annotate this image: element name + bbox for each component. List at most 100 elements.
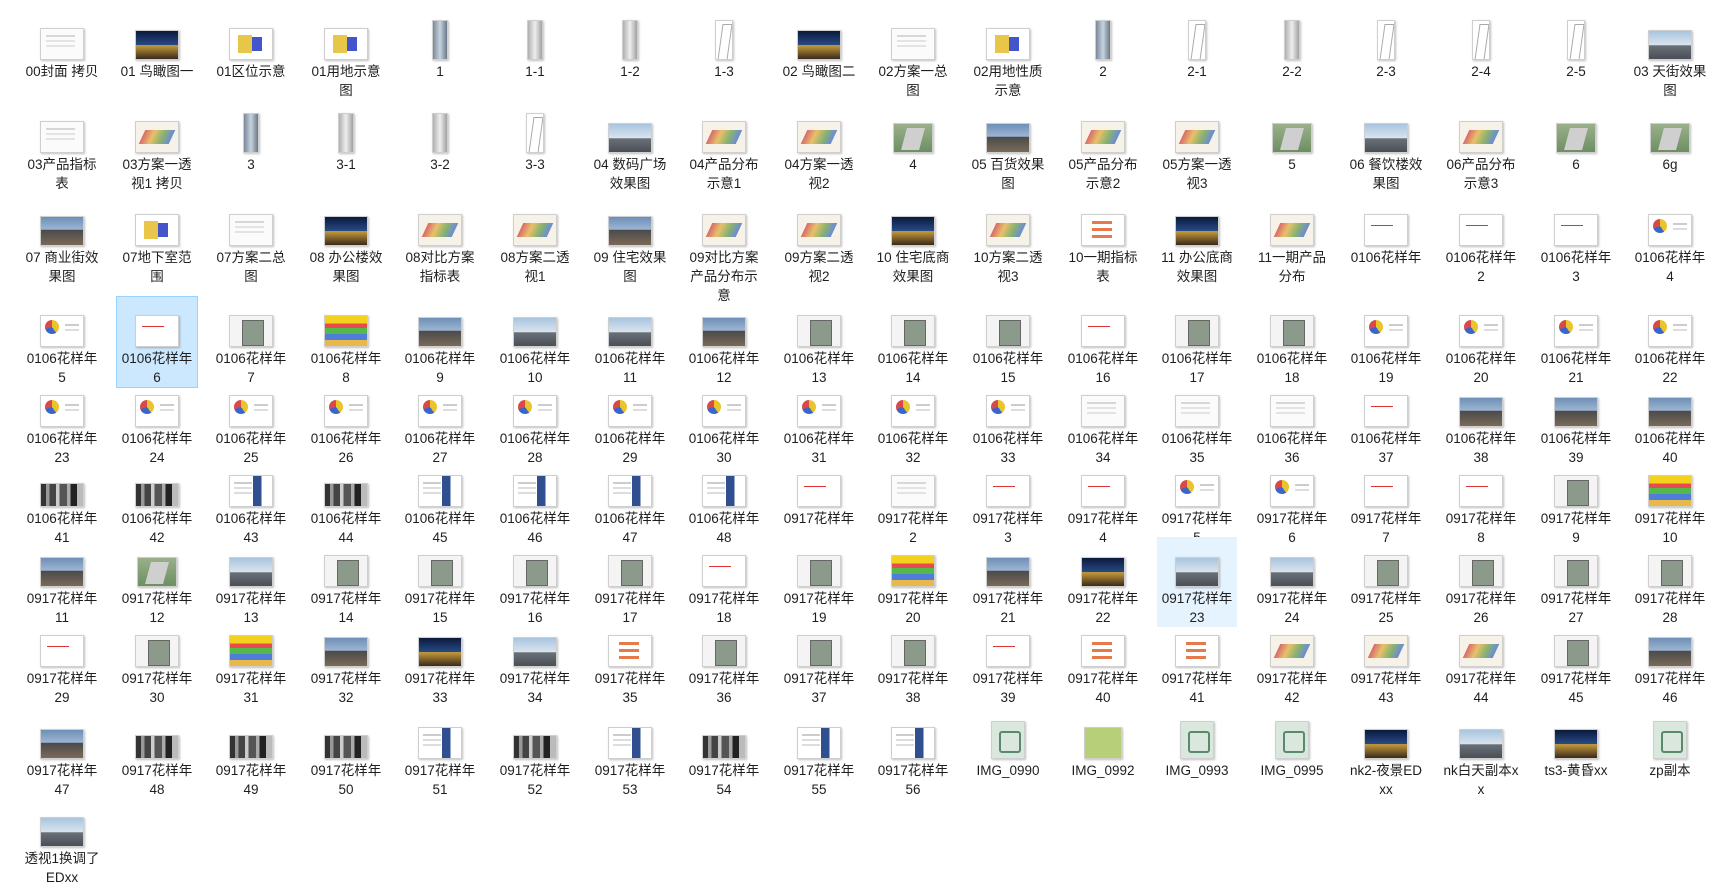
file-item[interactable]: 0106花样年17 <box>1157 297 1237 387</box>
file-item[interactable]: 0917花样年21 <box>968 537 1048 627</box>
file-item[interactable]: ts3-黄昏xx <box>1536 709 1616 780</box>
file-item[interactable]: 0106花样年18 <box>1252 297 1332 387</box>
file-item[interactable]: 0917花样年34 <box>495 617 575 707</box>
file-item[interactable]: 03 天街效果图 <box>1630 10 1710 100</box>
file-item[interactable]: 0106花样年4 <box>1630 196 1710 294</box>
file-item[interactable]: 04 数码广场效果图 <box>590 103 670 193</box>
file-item[interactable]: 0106花样年8 <box>306 297 386 387</box>
file-item[interactable]: 05产品分布示意2 <box>1063 103 1143 193</box>
file-item[interactable]: 0917花样年7 <box>1346 457 1426 547</box>
file-item[interactable]: 2-4 <box>1441 10 1521 81</box>
file-item[interactable]: 0917花样年24 <box>1252 537 1332 627</box>
file-item[interactable]: 0106花样年47 <box>590 457 670 547</box>
file-item[interactable]: 0106花样年35 <box>1157 377 1237 467</box>
file-item[interactable]: 1-3 <box>684 10 764 81</box>
file-item[interactable]: 1-1 <box>495 10 575 81</box>
file-item[interactable]: 0917花样年30 <box>117 617 197 707</box>
file-item[interactable]: 0917花样年27 <box>1536 537 1616 627</box>
file-item[interactable]: 0917花样年56 <box>873 709 953 799</box>
file-item[interactable]: 6 <box>1536 103 1616 174</box>
file-item[interactable]: 0917花样年38 <box>873 617 953 707</box>
file-item[interactable]: 0917花样年26 <box>1441 537 1521 627</box>
file-item[interactable]: 0917花样年49 <box>211 709 291 799</box>
file-item[interactable]: 08方案二透视1 <box>495 196 575 294</box>
file-item[interactable]: 0917花样年43 <box>1346 617 1426 707</box>
file-item[interactable]: 07地下室范围 <box>117 196 197 294</box>
file-item[interactable]: 09对比方案产品分布示意 <box>684 196 764 305</box>
file-item[interactable]: 02方案一总图 <box>873 10 953 100</box>
file-item[interactable]: 03产品指标表 <box>22 103 102 193</box>
file-item[interactable]: 04产品分布示意1 <box>684 103 764 193</box>
file-item[interactable]: 0917花样年32 <box>306 617 386 707</box>
file-item[interactable]: 03方案一透视1 拷贝 <box>117 103 197 193</box>
file-item[interactable]: 0106花样年30 <box>684 377 764 467</box>
file-item[interactable]: 0106花样年22 <box>1630 297 1710 387</box>
file-item[interactable]: 0106花样年12 <box>684 297 764 387</box>
file-item[interactable]: 0106花样年28 <box>495 377 575 467</box>
file-item[interactable]: 1 <box>400 10 480 81</box>
file-item[interactable]: 0106花样年27 <box>400 377 480 467</box>
file-item[interactable]: 0917花样年12 <box>117 537 197 627</box>
file-item[interactable]: 0106花样年2 <box>1441 196 1521 294</box>
file-item[interactable]: 0917花样年 <box>779 457 859 528</box>
file-item[interactable]: 0106花样年42 <box>117 457 197 547</box>
file-item[interactable]: 0917花样年14 <box>306 537 386 627</box>
file-item[interactable]: 0917花样年22 <box>1063 537 1143 627</box>
file-item[interactable]: 02用地性质示意 <box>968 10 1048 100</box>
file-item[interactable]: 07 商业街效果图 <box>22 196 102 294</box>
file-item[interactable]: 0917花样年10 <box>1630 457 1710 547</box>
file-item[interactable]: 09方案二透视2 <box>779 196 859 294</box>
file-item[interactable]: 0917花样年54 <box>684 709 764 799</box>
file-item[interactable]: 0106花样年38 <box>1441 377 1521 467</box>
file-item[interactable]: 2-2 <box>1252 10 1332 81</box>
file-item[interactable]: 05方案一透视3 <box>1157 103 1237 193</box>
file-item[interactable]: 10一期指标表 <box>1063 196 1143 294</box>
file-item[interactable]: 0917花样年39 <box>968 617 1048 707</box>
file-item[interactable]: 2 <box>1063 10 1143 81</box>
file-item[interactable]: 0917花样年23 <box>1157 537 1237 627</box>
file-item[interactable]: 0917花样年11 <box>22 537 102 627</box>
file-item[interactable]: 0106花样年36 <box>1252 377 1332 467</box>
file-item[interactable]: 0917花样年41 <box>1157 617 1237 707</box>
file-item[interactable]: IMG_0995 <box>1252 709 1332 780</box>
file-item[interactable]: 0917花样年45 <box>1536 617 1616 707</box>
file-item[interactable]: 0106花样年16 <box>1063 297 1143 387</box>
file-item[interactable]: 0106花样年48 <box>684 457 764 547</box>
file-item[interactable]: 0917花样年3 <box>968 457 1048 547</box>
file-item[interactable]: 0106花样年10 <box>495 297 575 387</box>
file-item[interactable]: 0917花样年4 <box>1063 457 1143 547</box>
file-item[interactable]: IMG_0992 <box>1063 709 1143 780</box>
file-item[interactable]: 0917花样年40 <box>1063 617 1143 707</box>
file-item[interactable]: 0917花样年9 <box>1536 457 1616 547</box>
file-item[interactable]: 0106花样年23 <box>22 377 102 467</box>
file-item[interactable]: 0106花样年15 <box>968 297 1048 387</box>
file-item[interactable]: 0917花样年37 <box>779 617 859 707</box>
file-item[interactable]: 0106花样年43 <box>211 457 291 547</box>
file-item[interactable]: 0106花样年46 <box>495 457 575 547</box>
file-item[interactable]: nk白天副本xx <box>1441 709 1521 799</box>
file-item[interactable]: 0106花样年32 <box>873 377 953 467</box>
file-item[interactable]: 3-3 <box>495 103 575 174</box>
file-item[interactable]: 0106花样年21 <box>1536 297 1616 387</box>
file-item[interactable]: 0106花样年3 <box>1536 196 1616 294</box>
file-item[interactable]: 06 餐饮楼效果图 <box>1346 103 1426 193</box>
file-item[interactable]: 3 <box>211 103 291 174</box>
file-item[interactable]: 3-2 <box>400 103 480 174</box>
file-item[interactable]: 0917花样年5 <box>1157 457 1237 547</box>
file-item[interactable]: 11 办公底商效果图 <box>1157 196 1237 294</box>
file-item[interactable]: 11一期产品分布 <box>1252 196 1332 294</box>
file-item[interactable]: 0917花样年28 <box>1630 537 1710 627</box>
file-item[interactable]: 0917花样年2 <box>873 457 953 547</box>
file-item[interactable]: 0917花样年50 <box>306 709 386 799</box>
file-item[interactable]: 0917花样年51 <box>400 709 480 799</box>
file-item[interactable]: 0106花样年44 <box>306 457 386 547</box>
file-item[interactable]: 1-2 <box>590 10 670 81</box>
file-item[interactable]: 0106花样年37 <box>1346 377 1426 467</box>
file-item[interactable]: 0106花样年13 <box>779 297 859 387</box>
file-item[interactable]: 0106花样年34 <box>1063 377 1143 467</box>
file-item[interactable]: 06产品分布示意3 <box>1441 103 1521 193</box>
file-item[interactable]: IMG_0993 <box>1157 709 1237 780</box>
file-item[interactable]: 0106花样年7 <box>211 297 291 387</box>
file-item[interactable]: 0106花样年 <box>1346 196 1426 294</box>
file-item[interactable]: 08对比方案指标表 <box>400 196 480 294</box>
